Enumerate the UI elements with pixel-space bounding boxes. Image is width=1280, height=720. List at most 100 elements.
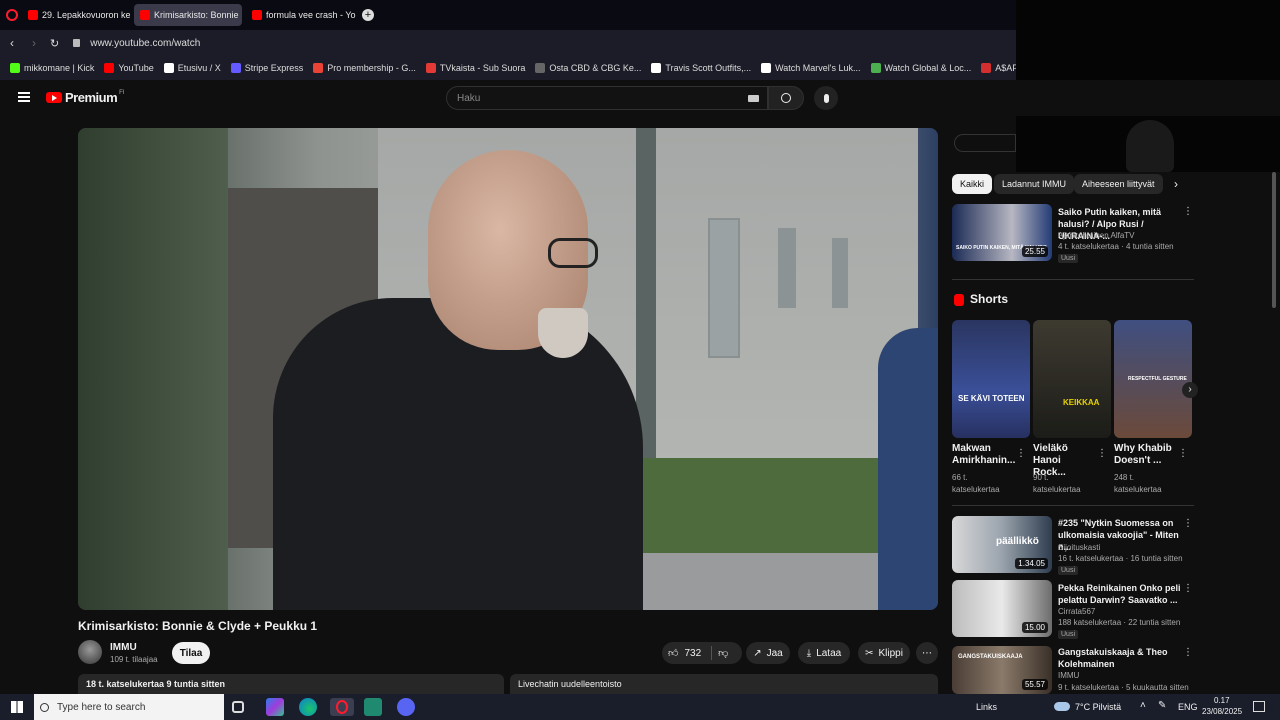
- bookmark-favicon-icon: [981, 63, 992, 73]
- bookmark-item[interactable]: Travis Scott Outfits,...: [651, 63, 751, 73]
- pen-icon[interactable]: ✎: [1158, 700, 1166, 711]
- dislike-button[interactable]: 👎︎: [718, 647, 728, 659]
- thumbnail-text: RESPECTFUL GESTURE: [1128, 376, 1187, 382]
- divider: [711, 646, 713, 660]
- more-vertical-icon[interactable]: ⋮: [1183, 518, 1193, 529]
- clip-button[interactable]: ✂ Klippi: [858, 642, 910, 664]
- more-vertical-icon[interactable]: ⋮: [1183, 583, 1193, 594]
- chevron-up-icon[interactable]: ˄: [1140, 700, 1146, 711]
- chip-related[interactable]: Aiheeseen liittyvät: [1074, 174, 1163, 194]
- chat-replay-box[interactable]: Livechatin uudelleentoisto: [510, 674, 938, 694]
- subscribe-button[interactable]: Tilaa: [172, 642, 210, 664]
- chip-all[interactable]: Kaikki: [952, 174, 993, 194]
- search-button[interactable]: [768, 86, 804, 110]
- video-thumbnail[interactable]: GANGSTAKUISKAAJA 55.57: [952, 646, 1052, 694]
- app-icon[interactable]: [364, 698, 382, 716]
- windows-start-icon[interactable]: [11, 701, 23, 713]
- app-icon[interactable]: [266, 698, 284, 716]
- url-field[interactable]: www.youtube.com/watch: [90, 38, 200, 49]
- video-title-link[interactable]: Gangstakuiskaaja & Theo Kolehmainen: [1058, 646, 1182, 670]
- bookmark-item[interactable]: Watch Global & Loc...: [870, 63, 971, 73]
- bookmark-item[interactable]: Watch Marvel's Luk...: [761, 63, 861, 73]
- thumbnail-text: KEIKKAA: [1063, 398, 1100, 407]
- shorts-next-icon[interactable]: ›: [1182, 382, 1198, 398]
- back-icon[interactable]: ‹: [10, 36, 14, 50]
- video-thumbnail[interactable]: 15.00: [952, 580, 1052, 637]
- bookmark-label: Watch Marvel's Luk...: [775, 63, 861, 73]
- video-channel[interactable]: Sijoituskasti: [1058, 542, 1100, 553]
- bookmark-item[interactable]: Pro membership - G...: [313, 63, 416, 73]
- discord-icon[interactable]: [397, 698, 415, 716]
- new-tab-icon[interactable]: +: [362, 9, 374, 21]
- task-view-icon[interactable]: [232, 701, 244, 713]
- short-title[interactable]: Why Khabib Doesn't ...: [1114, 443, 1176, 467]
- views-line: 18 t. katselukertaa 9 tuntia sitten: [86, 679, 226, 689]
- notification-icon[interactable]: [1253, 701, 1265, 712]
- edge-icon[interactable]: [299, 698, 317, 716]
- page-scrollbar[interactable]: [1272, 172, 1276, 308]
- more-vertical-icon[interactable]: ⋮: [1178, 448, 1188, 459]
- short-thumbnail[interactable]: KEIKKAA: [1033, 320, 1111, 438]
- youtube-favicon-icon: [28, 10, 38, 20]
- logo-text: Premium: [65, 90, 118, 105]
- chevron-right-icon[interactable]: ›: [1174, 177, 1178, 191]
- like-button[interactable]: 👍︎ 732: [668, 647, 701, 660]
- search-input[interactable]: Haku: [446, 86, 768, 110]
- chat-replay-label: Livechatin uudelleentoisto: [518, 679, 622, 689]
- video-meta: 188 katselukertaa · 22 tuntia sitten: [1058, 618, 1181, 627]
- video-title-link[interactable]: Pekka Reinikainen Onko peli pelattu Darw…: [1058, 582, 1182, 606]
- video-thumbnail[interactable]: päällikkö 1.34.05: [952, 516, 1052, 573]
- bookmark-item[interactable]: Stripe Express: [230, 63, 303, 73]
- opera-logo-icon[interactable]: [6, 9, 18, 21]
- video-scene-window: [832, 238, 848, 308]
- browser-tab[interactable]: 29. Lepakkovuoron kesäp: [22, 4, 130, 26]
- reload-icon[interactable]: ↻: [50, 37, 59, 50]
- video-channel[interactable]: Ajankohtainen AlfaTV: [1058, 230, 1135, 241]
- description-box[interactable]: 18 t. katselukertaa 9 tuntia sitten: [78, 674, 504, 694]
- bookmark-item[interactable]: A$AP ROCKY x PU...: [981, 63, 1016, 73]
- more-vertical-icon[interactable]: ⋮: [1016, 448, 1026, 459]
- channel-avatar[interactable]: [78, 640, 102, 664]
- bookmark-item[interactable]: TVkaista - Sub Suora: [425, 63, 526, 73]
- share-button[interactable]: ↗ Jaa: [746, 642, 790, 664]
- subscriber-count: 109 t. tilaajaa: [110, 655, 158, 664]
- video-player[interactable]: [78, 128, 938, 610]
- youtube-logo[interactable]: Premium FI: [46, 90, 124, 105]
- channel-name[interactable]: IMMU: [110, 642, 137, 653]
- short-title[interactable]: Makwan Amirkhanin...: [952, 443, 1015, 467]
- download-icon: ⤓: [806, 647, 812, 659]
- bookmark-item[interactable]: Etusivu / X: [163, 63, 221, 73]
- thumbs-up-icon: 👍︎: [668, 648, 679, 659]
- clock-time[interactable]: 0.17: [1214, 696, 1230, 705]
- download-button[interactable]: ⤓ Lataa: [798, 642, 850, 664]
- keyboard-icon[interactable]: [748, 95, 759, 102]
- opera-logo-icon: [336, 700, 348, 714]
- lock-icon: [73, 39, 81, 47]
- browser-tab-active[interactable]: Krimisarkisto: Bonnie: [134, 4, 242, 26]
- video-title: Krimisarkisto: Bonnie & Clyde + Peukku 1: [78, 619, 318, 633]
- more-vertical-icon[interactable]: ⋮: [1183, 647, 1193, 658]
- voice-search-button[interactable]: [814, 86, 838, 110]
- taskbar-search-input[interactable]: Type here to search: [34, 694, 224, 720]
- bookmark-label: TVkaista - Sub Suora: [439, 63, 526, 73]
- bookmark-item[interactable]: mikkomane | Kick: [10, 63, 94, 73]
- thumbs-down-icon: 👎︎: [718, 648, 729, 659]
- short-thumbnail[interactable]: SE KÄVI TOTEEN: [952, 320, 1030, 438]
- bookmark-item[interactable]: YouTube: [104, 63, 154, 73]
- more-vertical-icon[interactable]: ⋮: [1183, 206, 1193, 217]
- bookmark-item[interactable]: Osta CBD & CBG Ke...: [535, 63, 641, 73]
- video-thumbnail[interactable]: SAIKO PUTIN KAIKEN, MITÄ HALUSI? 25.55: [952, 204, 1052, 261]
- browser-tab[interactable]: formula vee crash - YouTu: [246, 4, 356, 26]
- chip-uploaded-by[interactable]: Ladannut IMMU: [994, 174, 1075, 194]
- weather-widget[interactable]: 7°C Pilvistä: [1075, 702, 1121, 712]
- forward-icon[interactable]: ›: [32, 36, 36, 50]
- more-actions-button[interactable]: ⋯: [916, 642, 938, 664]
- clock-date[interactable]: 23/08/2025: [1202, 707, 1242, 716]
- language-indicator[interactable]: ENG: [1178, 702, 1198, 712]
- video-channel[interactable]: IMMU: [1058, 670, 1079, 681]
- more-vertical-icon[interactable]: ⋮: [1097, 448, 1107, 459]
- video-scene-road: [638, 553, 898, 610]
- short-thumbnail[interactable]: RESPECTFUL GESTURE: [1114, 320, 1192, 438]
- video-channel[interactable]: Cirrata567: [1058, 606, 1095, 617]
- links-toolbar[interactable]: Links: [976, 702, 997, 712]
